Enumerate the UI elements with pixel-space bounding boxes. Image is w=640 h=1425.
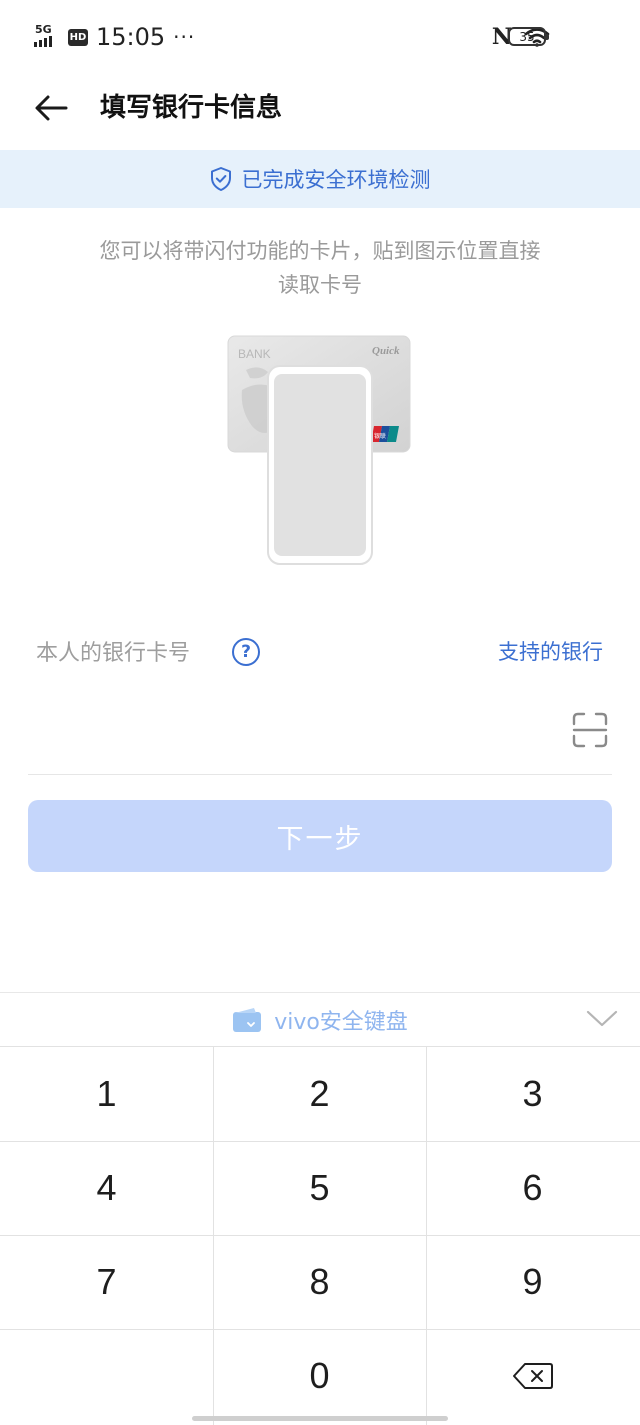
tap-card-illustration: BANK Quick 银联 bbox=[222, 330, 422, 570]
status-bar: 5G HD 15:05 ··· N 35 bbox=[0, 0, 640, 74]
supported-banks-link[interactable]: 支持的银行 bbox=[498, 634, 603, 670]
security-banner: 已完成安全环境检测 bbox=[0, 150, 640, 208]
backspace-icon bbox=[512, 1363, 553, 1389]
backspace-key[interactable] bbox=[426, 1329, 639, 1423]
card-bank-label: BANK bbox=[238, 347, 271, 361]
network-type-label: 5G bbox=[35, 23, 52, 36]
secure-keyboard-title: vivo安全键盘 bbox=[274, 1010, 408, 1035]
shield-check-icon bbox=[210, 167, 231, 191]
input-divider bbox=[28, 774, 612, 775]
key-8[interactable]: 8 bbox=[213, 1235, 426, 1329]
key-4[interactable]: 4 bbox=[0, 1141, 213, 1235]
key-5[interactable]: 5 bbox=[213, 1141, 426, 1235]
next-step-button[interactable]: 下一步 bbox=[28, 800, 612, 872]
unionpay-logo: 银联 bbox=[371, 426, 399, 442]
key-3[interactable]: 3 bbox=[426, 1047, 639, 1141]
unionpay-label: 银联 bbox=[374, 432, 386, 440]
key-1[interactable]: 1 bbox=[0, 1047, 213, 1141]
home-indicator[interactable] bbox=[192, 1416, 448, 1421]
key-9[interactable]: 9 bbox=[426, 1235, 639, 1329]
key-6[interactable]: 6 bbox=[426, 1141, 639, 1235]
keyboard-collapse-button[interactable] bbox=[582, 1002, 622, 1034]
chevron-down-icon bbox=[586, 1010, 618, 1027]
card-number-input[interactable] bbox=[28, 700, 558, 762]
back-button[interactable] bbox=[32, 88, 72, 128]
quick-pass-label: Quick bbox=[372, 345, 400, 357]
status-time: 15:05 bbox=[96, 23, 166, 51]
security-banner-text: 已完成安全环境检测 bbox=[241, 168, 431, 192]
back-arrow-icon bbox=[35, 95, 68, 121]
page-title: 填写银行卡信息 bbox=[100, 93, 283, 123]
hd-badge: HD bbox=[68, 28, 88, 46]
key-7[interactable]: 7 bbox=[0, 1235, 213, 1329]
instruction-line-1: 您可以将带闪付功能的卡片，贴到图示位置直接 bbox=[99, 239, 541, 263]
question-circle-icon[interactable]: ? bbox=[232, 638, 260, 666]
key-2[interactable]: 2 bbox=[213, 1047, 426, 1141]
scan-frame-icon[interactable] bbox=[572, 712, 608, 748]
numeric-keypad: 1 2 3 4 5 6 7 8 9 0 bbox=[0, 1046, 640, 1425]
secure-keyboard-header: vivo安全键盘 bbox=[0, 992, 640, 1047]
battery-indicator: 35 bbox=[508, 27, 549, 46]
key-empty bbox=[0, 1329, 213, 1423]
card-number-label: 本人的银行卡号 bbox=[36, 641, 191, 666]
signal-icon: 5G bbox=[34, 23, 60, 51]
phone-image bbox=[267, 365, 373, 565]
tap-card-instruction: 您可以将带闪付功能的卡片，贴到图示位置直接 读取卡号 bbox=[60, 234, 580, 302]
instruction-line-2: 读取卡号 bbox=[278, 273, 362, 297]
key-0[interactable]: 0 bbox=[213, 1329, 426, 1423]
wallet-icon bbox=[233, 1008, 262, 1032]
status-more-indicator: ··· bbox=[173, 25, 196, 49]
